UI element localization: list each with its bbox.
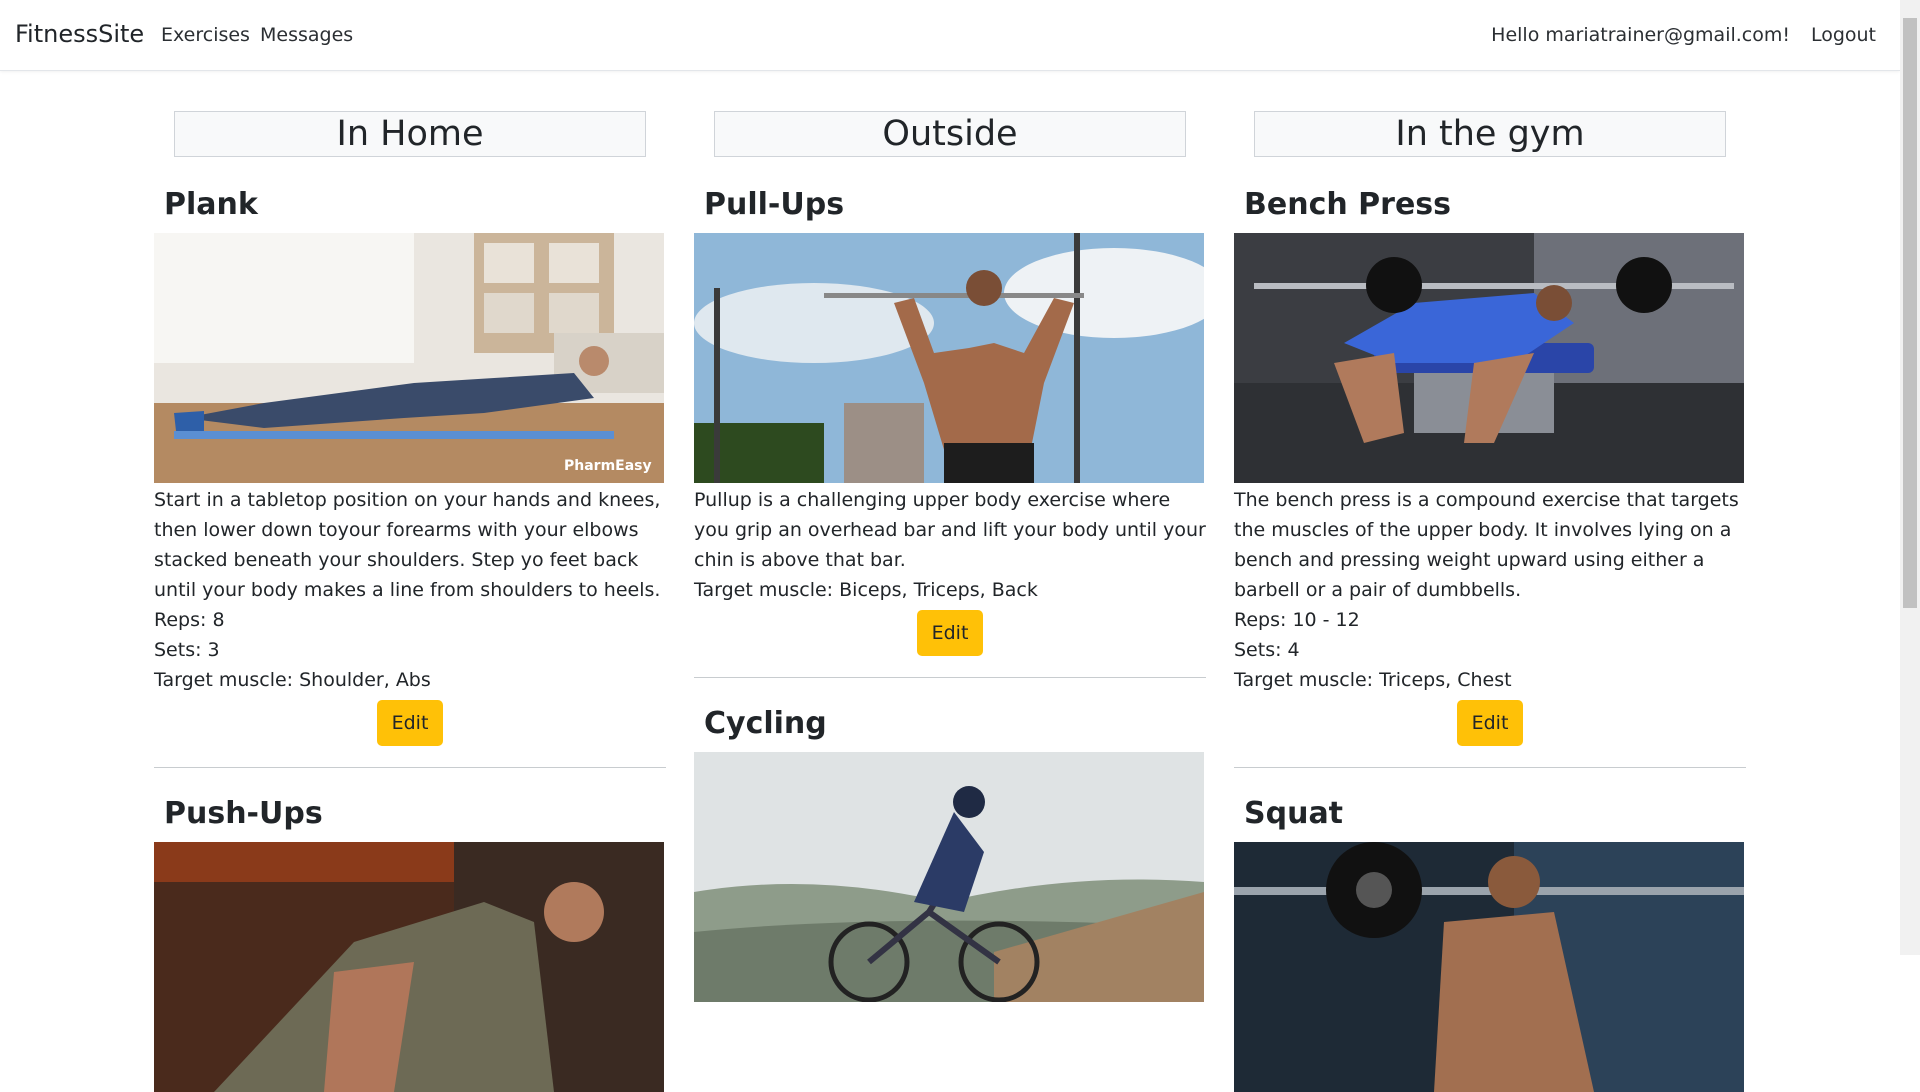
edit-button[interactable]: Edit [1457,700,1523,746]
plank-image: PharmEasy [154,233,664,483]
column-in-the-gym: In the gym Bench Press The bench press i… [1234,110,1746,1092]
user-greeting: Hello mariatrainer@gmail.com! [1491,24,1790,46]
exercise-description: Pullup is a challenging upper body exerc… [694,489,1206,571]
nav-messages[interactable]: Messages [260,24,353,46]
exercise-card-cycling: Cycling [694,706,1206,1002]
column-in-home: In Home Plank PharmEasy Start in a table… [154,110,666,1092]
pushups-image [154,842,664,1092]
category-header: In the gym [1254,111,1726,157]
navbar: FitnessSite Exercises Messages Hello mar… [0,0,1900,71]
exercise-reps: Reps: 10 - 12 [1234,609,1360,631]
benchpress-image [1234,233,1744,483]
exercise-title: Cycling [704,706,827,741]
exercise-description: The bench press is a compound exercise t… [1234,489,1739,601]
exercise-target: Target muscle: Shoulder, Abs [154,669,431,691]
scrollbar-thumb[interactable] [1903,18,1917,608]
column-outside: Outside Pull-Ups Pullup is a challenging… [694,110,1206,1002]
exercise-card-plank: Plank PharmEasy Start in a tabletop posi… [154,187,666,768]
page-scrollbar[interactable] [1900,0,1920,955]
nav-exercises[interactable]: Exercises [161,24,250,46]
exercise-description: Start in a tabletop position on your han… [154,489,661,601]
exercise-title: Pull-Ups [704,187,845,222]
exercise-target: Target muscle: Biceps, Triceps, Back [694,579,1038,601]
exercise-card-pushups: Push-Ups [154,796,666,1092]
edit-button[interactable]: Edit [377,700,443,746]
exercise-card-squat: Squat [1234,796,1746,1092]
exercise-card-pullups: Pull-Ups Pullup is a challenging upper b… [694,187,1206,678]
logout-link[interactable]: Logout [1811,24,1876,46]
exercise-title: Plank [164,187,258,222]
exercise-title: Push-Ups [164,796,323,831]
exercise-sets: Sets: 3 [154,639,220,661]
exercise-title: Bench Press [1244,187,1451,222]
card-divider [1234,767,1746,768]
edit-button[interactable]: Edit [917,610,983,656]
exercise-target: Target muscle: Triceps, Chest [1234,669,1512,691]
pullups-image [694,233,1204,483]
exercise-card-bench-press: Bench Press The bench press is a compoun… [1234,187,1746,768]
category-header: In Home [174,111,646,157]
photo-watermark: PharmEasy [564,458,652,474]
cycling-image [694,752,1204,1002]
squat-image [1234,842,1744,1092]
category-header: Outside [714,111,1186,157]
brand-link[interactable]: FitnessSite [15,20,144,48]
card-divider [694,677,1206,678]
exercise-reps: Reps: 8 [154,609,225,631]
exercise-title: Squat [1244,796,1344,831]
card-divider [154,767,666,768]
exercise-sets: Sets: 4 [1234,639,1300,661]
